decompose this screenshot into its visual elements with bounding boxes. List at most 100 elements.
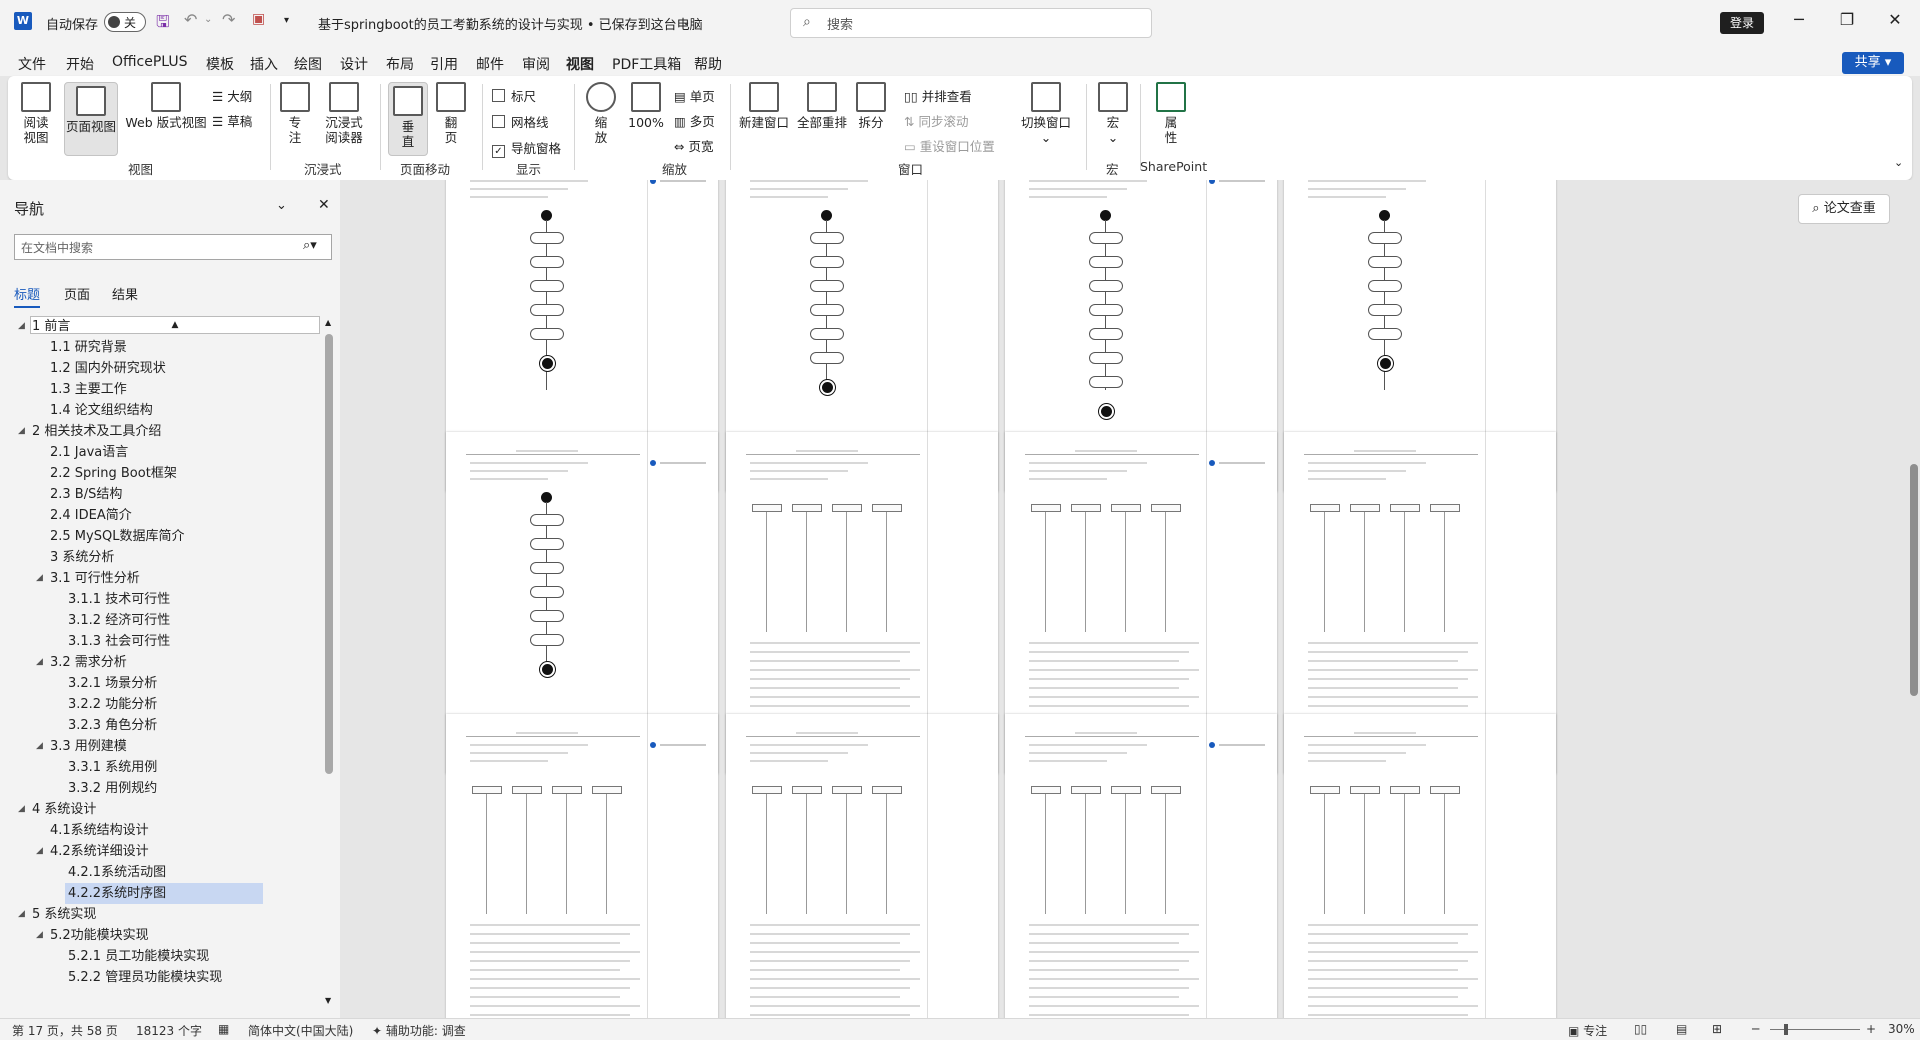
document-scrollbar[interactable]: [1908, 180, 1920, 1018]
web-layout-status-icon[interactable]: ⊞: [1712, 1022, 1722, 1036]
multiple-pages-button[interactable]: ▥ 多页: [674, 111, 715, 130]
expand-arrow-icon[interactable]: ◢: [36, 568, 43, 589]
focus-button[interactable]: 专 注: [280, 82, 310, 145]
nav-heading-item[interactable]: 1.1 研究背景: [0, 337, 322, 358]
outline-button[interactable]: ☰ 大纲: [212, 86, 252, 105]
login-button[interactable]: 登录: [1720, 12, 1764, 34]
minimize-icon[interactable]: ─: [1784, 10, 1814, 29]
print-layout-button[interactable]: 页面视图: [64, 82, 118, 156]
title-dropdown-icon[interactable]: ⌄: [682, 17, 690, 28]
nav-heading-item[interactable]: 3.2.3 角色分析: [0, 715, 322, 736]
tab-pdf-tools[interactable]: PDF工具箱: [612, 54, 681, 74]
vertical-button[interactable]: 垂 直: [388, 82, 428, 156]
nav-heading-item[interactable]: ◢ 2 相关技术及工具介绍: [0, 421, 322, 442]
properties-button[interactable]: 属 性: [1154, 82, 1188, 145]
document-area[interactable]: [340, 180, 1910, 1018]
sync-scroll-button[interactable]: ⇅ 同步滚动: [904, 111, 968, 130]
macros-button[interactable]: 宏 ⌄: [1096, 82, 1130, 145]
collapse-ribbon-icon[interactable]: ⌄: [1894, 156, 1903, 169]
gridlines-checkbox[interactable]: 网格线: [492, 112, 549, 131]
close-window-icon[interactable]: ✕: [1880, 10, 1910, 29]
nav-heading-item[interactable]: 3 系统分析: [0, 547, 322, 568]
share-button[interactable]: 共享 ▾: [1842, 52, 1904, 74]
nav-search-icon[interactable]: ⌕▾: [303, 238, 317, 253]
proofing-icon[interactable]: ▦: [218, 1022, 229, 1036]
undo-dropdown-icon[interactable]: ⌄: [204, 14, 212, 25]
zoom-slider-handle[interactable]: [1784, 1024, 1788, 1035]
print-layout-status-icon[interactable]: ▤: [1676, 1022, 1687, 1036]
nav-heading-item[interactable]: 4.2.1系统活动图: [0, 862, 322, 883]
split-button[interactable]: 拆分: [854, 82, 888, 130]
status-zoom-level[interactable]: 30%: [1888, 1022, 1915, 1036]
tab-references[interactable]: 引用: [430, 54, 458, 74]
status-word-count[interactable]: 18123 个字: [136, 1022, 202, 1039]
nav-tab-results[interactable]: 结果: [112, 284, 138, 303]
nav-heading-item[interactable]: 2.3 B/S结构: [0, 484, 322, 505]
nav-heading-item[interactable]: 1.3 主要工作: [0, 379, 322, 400]
format-painter-icon[interactable]: ▣: [252, 11, 265, 27]
tab-draw[interactable]: 绘图: [294, 54, 322, 74]
autosave-toggle[interactable]: 关: [104, 12, 146, 32]
tab-mailings[interactable]: 邮件: [476, 54, 504, 74]
nav-heading-item[interactable]: 4.1系统结构设计: [0, 820, 322, 841]
nav-heading-item[interactable]: 2.5 MySQL数据库简介: [0, 526, 322, 547]
nav-scrollbar[interactable]: ▲ ▼: [325, 318, 333, 1008]
tab-officeplus[interactable]: OfficePLUS: [112, 54, 188, 70]
nav-options-icon[interactable]: ⌄: [276, 198, 287, 213]
expand-arrow-icon[interactable]: ◢: [18, 316, 25, 337]
redo-icon[interactable]: ↷: [222, 10, 235, 29]
expand-arrow-icon[interactable]: ◢: [36, 841, 43, 862]
web-layout-button[interactable]: Web 版式视图: [122, 82, 210, 130]
tab-file[interactable]: 文件: [18, 54, 46, 74]
nav-scroll-down-icon[interactable]: ▼: [325, 996, 331, 1005]
read-mode-button[interactable]: 阅读 视图: [18, 82, 54, 145]
nav-heading-item[interactable]: 1.4 论文组织结构: [0, 400, 322, 421]
nav-heading-item[interactable]: ◢ 5 系统实现: [0, 904, 322, 925]
nav-search-input[interactable]: 在文档中搜索 ⌕▾: [14, 234, 332, 260]
ruler-checkbox[interactable]: 标尺: [492, 86, 536, 105]
reset-window-button[interactable]: ▭ 重设窗口位置: [904, 136, 995, 155]
essay-check-button[interactable]: ⌕ 论文查重: [1798, 194, 1890, 224]
switch-windows-button[interactable]: 切换窗口 ⌄: [1018, 82, 1074, 145]
status-language[interactable]: 简体中文(中国大陆): [248, 1022, 353, 1039]
nav-heading-item[interactable]: 3.2.1 场景分析: [0, 673, 322, 694]
one-page-button[interactable]: ▤ 单页: [674, 86, 715, 105]
nav-heading-item[interactable]: 5.2.2 管理员功能模块实现: [0, 967, 322, 988]
nav-heading-item[interactable]: 2.4 IDEA简介: [0, 505, 322, 526]
document-page[interactable]: [1005, 714, 1277, 1018]
new-window-button[interactable]: 新建窗口: [738, 82, 790, 130]
expand-arrow-icon[interactable]: ◢: [18, 799, 25, 820]
page-width-button[interactable]: ⇔ 页宽: [674, 136, 713, 155]
nav-heading-item[interactable]: 3.3.2 用例规约: [0, 778, 322, 799]
read-mode-status-icon[interactable]: ▯▯: [1634, 1022, 1647, 1036]
tab-layout[interactable]: 布局: [386, 54, 414, 74]
nav-heading-item[interactable]: ◢ 3.2 需求分析: [0, 652, 322, 673]
nav-heading-item[interactable]: 3.3.1 系统用例: [0, 757, 322, 778]
nav-scroll-thumb[interactable]: [325, 334, 333, 774]
tab-templates[interactable]: 模板: [206, 54, 234, 74]
status-focus[interactable]: ▣ 专注: [1568, 1022, 1607, 1039]
nav-scroll-up-icon[interactable]: ▲: [325, 318, 331, 327]
undo-icon[interactable]: ↶: [184, 10, 197, 29]
nav-tab-pages[interactable]: 页面: [64, 284, 90, 303]
document-page[interactable]: [1284, 714, 1556, 1018]
nav-heading-item[interactable]: 1.2 国内外研究现状: [0, 358, 322, 379]
search-box[interactable]: ⌕ 搜索: [790, 8, 1152, 38]
nav-pane-checkbox[interactable]: ✓ 导航窗格: [492, 138, 561, 158]
save-icon[interactable]: 🖫: [156, 11, 170, 38]
zoom-100-button[interactable]: 100%: [624, 82, 668, 130]
expand-arrow-icon[interactable]: ◢: [36, 925, 43, 946]
nav-heading-item[interactable]: 3.1.1 技术可行性: [0, 589, 322, 610]
nav-heading-item[interactable]: 2.2 Spring Boot框架: [0, 463, 322, 484]
document-page[interactable]: [446, 714, 718, 1018]
arrange-all-button[interactable]: 全部重排: [796, 82, 848, 130]
expand-arrow-icon[interactable]: ◢: [18, 904, 25, 925]
tab-view[interactable]: 视图: [566, 54, 594, 80]
document-scroll-thumb[interactable]: [1910, 464, 1918, 696]
nav-heading-item[interactable]: ◢ 3.1 可行性分析: [0, 568, 322, 589]
document-title[interactable]: 基于springboot的员工考勤系统的设计与实现 • 已保存到这台电脑: [318, 14, 703, 33]
zoom-in-icon[interactable]: +: [1866, 1022, 1876, 1036]
nav-close-icon[interactable]: ✕: [318, 197, 330, 213]
expand-arrow-icon[interactable]: ◢: [36, 652, 43, 673]
tab-design[interactable]: 设计: [340, 54, 368, 74]
